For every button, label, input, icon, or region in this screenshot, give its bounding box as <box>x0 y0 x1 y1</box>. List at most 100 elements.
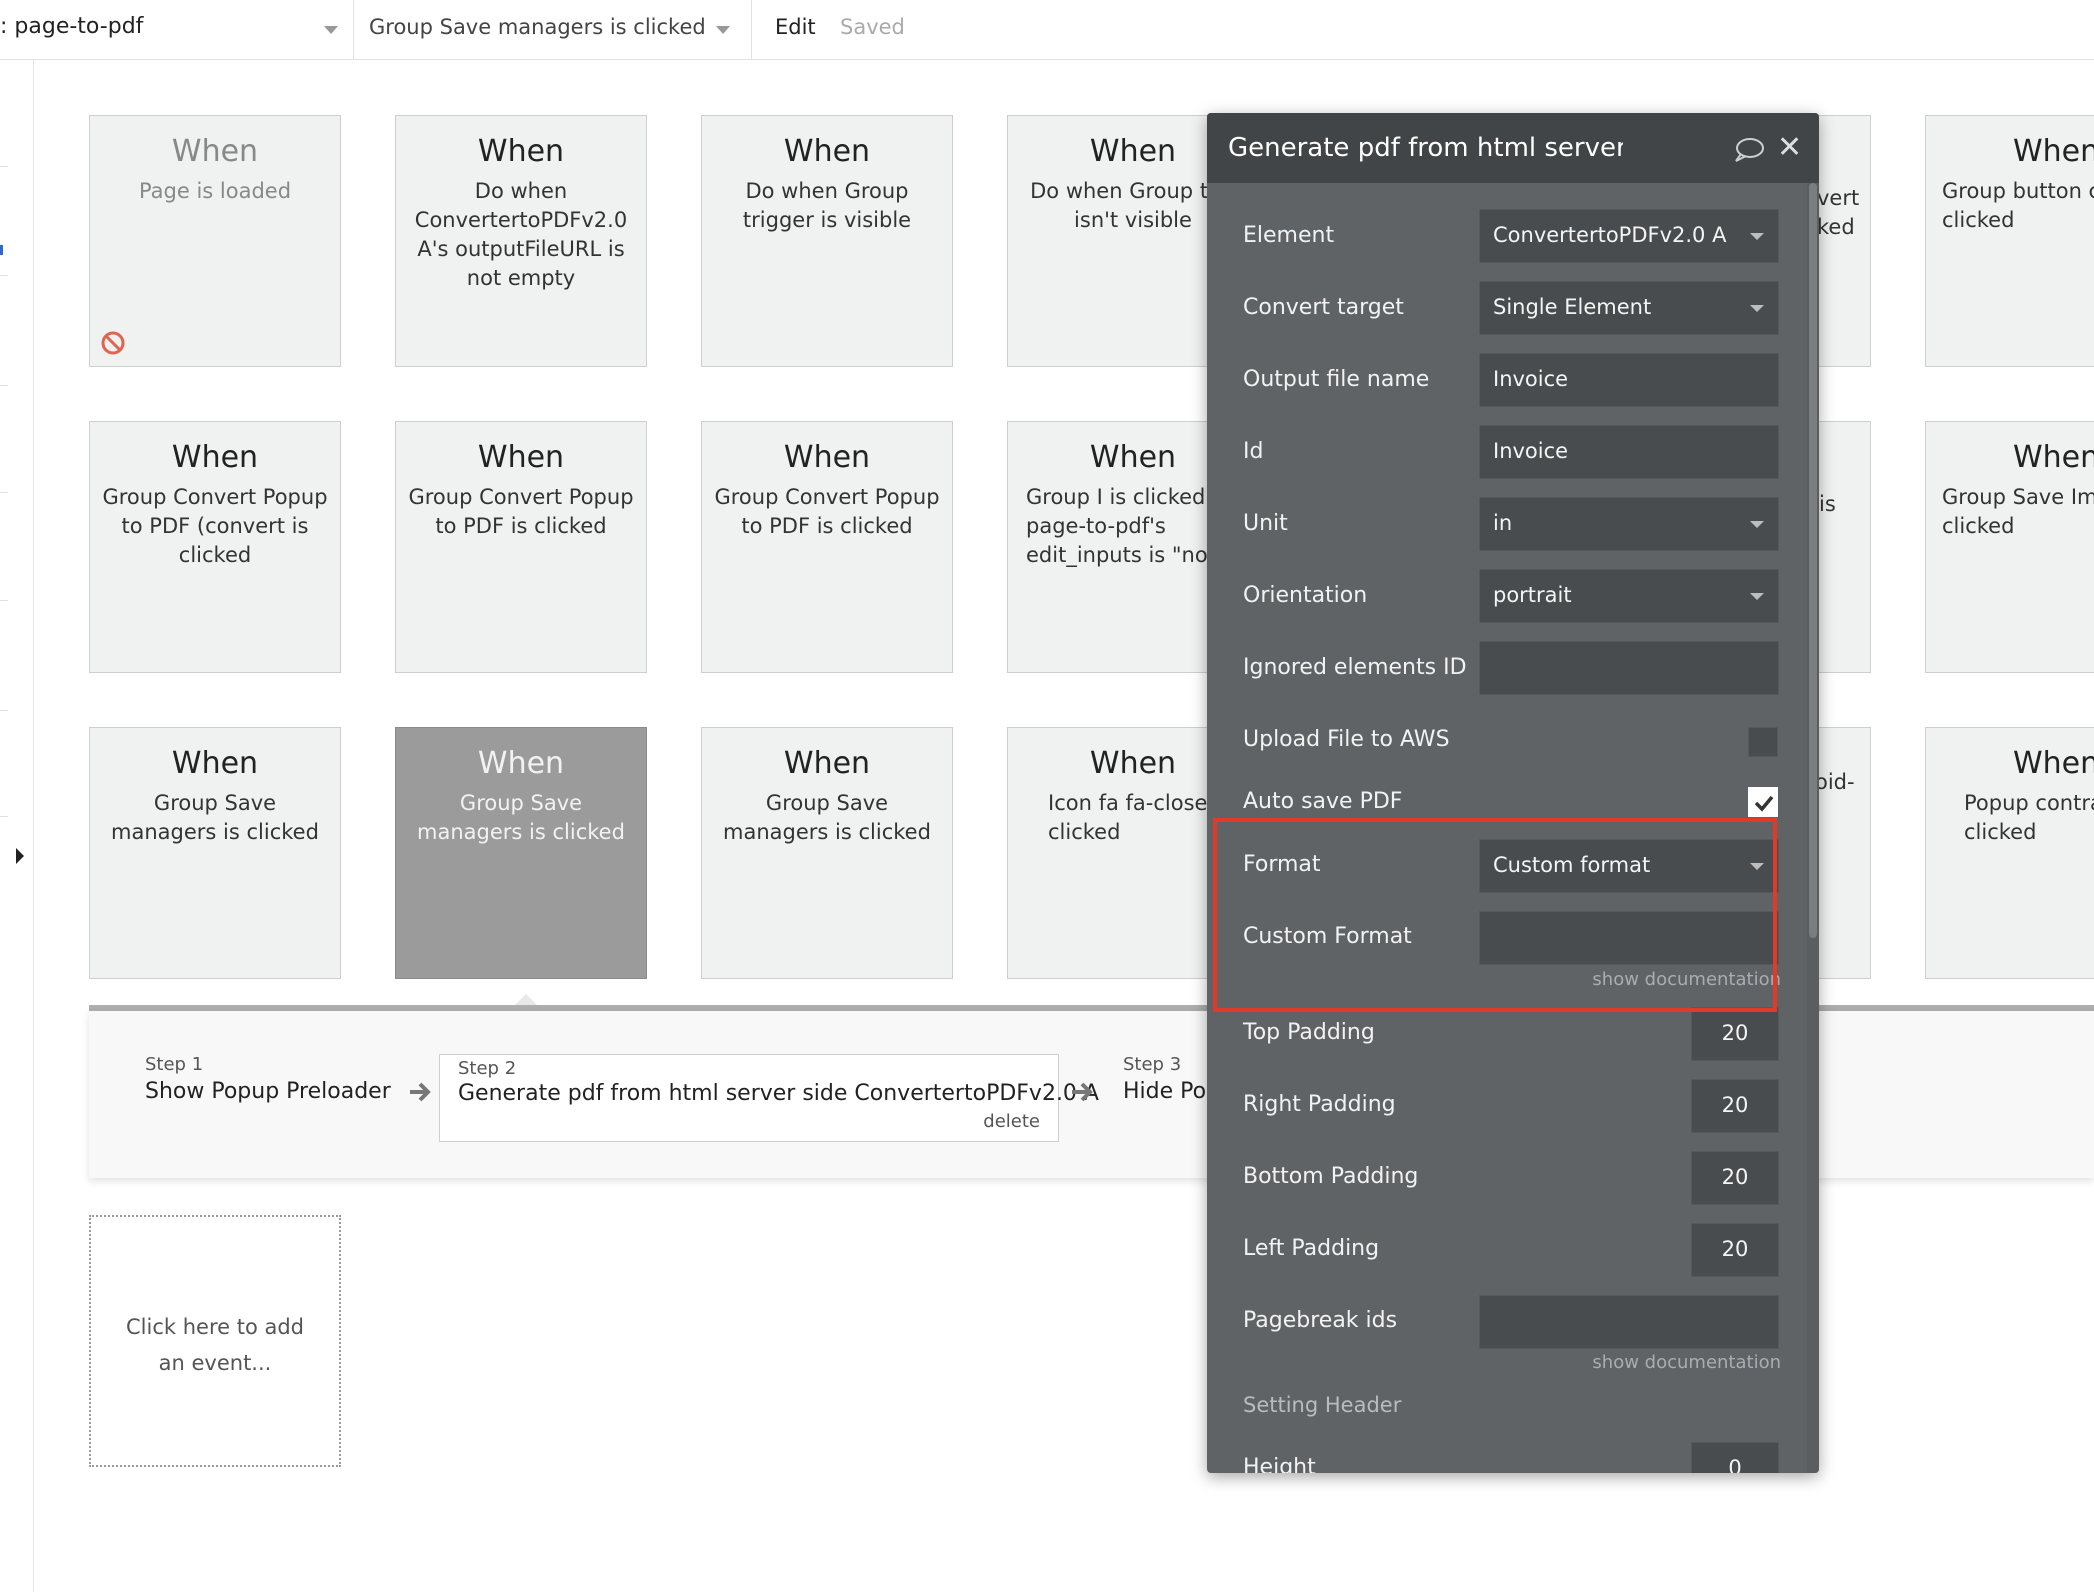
top-padding-input[interactable]: 20 <box>1691 1007 1779 1061</box>
upload-aws-checkbox[interactable] <box>1748 727 1778 757</box>
event-card[interactable]: When Group Save managers is clicked <box>89 727 341 979</box>
element-dropdown[interactable]: ConvertertoPDFv2.0 A <box>1479 209 1779 263</box>
height-input[interactable]: 0 <box>1691 1442 1779 1473</box>
output-file-name-value: Invoice <box>1493 367 1569 391</box>
event-card[interactable]: When Popup contra clicked <box>1925 727 2094 979</box>
event-when: When <box>2013 134 2094 169</box>
event-card[interactable]: When Group Save managers is clicked <box>701 727 953 979</box>
auto-save-label: Auto save PDF <box>1243 789 1403 814</box>
event-card[interactable]: When Group Convert Popup to PDF is click… <box>395 421 647 673</box>
panel-header[interactable]: Generate pdf from html server side Conve… <box>1207 113 1819 183</box>
convert-target-value: Single Element <box>1493 295 1652 319</box>
add-event-label: Click here to add an event... <box>126 1315 304 1375</box>
chevron-down-icon <box>1750 593 1764 600</box>
step-number: Step 2 <box>458 1058 517 1079</box>
pagebreak-ids-input[interactable] <box>1479 1295 1779 1349</box>
convert-target-dropdown[interactable]: Single Element <box>1479 281 1779 335</box>
event-card-selected[interactable]: When Group Save managers is clicked <box>395 727 647 979</box>
event-card[interactable]: When Do when ConvertertoPDFv2.0 A's outp… <box>395 115 647 367</box>
event-description: is <box>1819 492 1836 516</box>
height-value: 0 <box>1728 1456 1742 1473</box>
event-selector[interactable]: Group Save managers is clicked <box>354 0 752 60</box>
event-description: Group button c clicked <box>1942 179 2094 232</box>
edit-menu[interactable]: Edit <box>775 15 816 39</box>
auto-save-checkbox[interactable] <box>1748 787 1778 817</box>
event-when: When <box>171 440 259 475</box>
add-event-button[interactable]: Click here to add an event... <box>89 1215 341 1467</box>
id-input[interactable]: Invoice <box>1479 425 1779 479</box>
step-3[interactable]: Step 3 Hide Pop <box>1123 1054 1220 1104</box>
event-description: Group Save managers is clicked <box>723 791 931 844</box>
step-name: Show Popup Preloader <box>145 1079 391 1104</box>
event-description: oid- <box>1815 770 1855 794</box>
page-selector[interactable]: : page-to-pdf <box>0 0 354 60</box>
right-padding-input[interactable]: 20 <box>1691 1079 1779 1133</box>
event-description: Group Save managers is clicked <box>111 791 319 844</box>
step-number: Step 1 <box>145 1054 204 1075</box>
bottom-padding-value: 20 <box>1721 1165 1749 1189</box>
close-icon[interactable]: ✕ <box>1777 133 1802 163</box>
event-card[interactable]: When Group Convert Popup to PDF (convert… <box>89 421 341 673</box>
divider <box>0 492 8 493</box>
divider <box>0 710 8 711</box>
orientation-value: portrait <box>1493 583 1572 607</box>
chevron-down-icon <box>1750 233 1764 240</box>
event-when: When <box>2013 746 2094 781</box>
event-when: When <box>171 134 259 169</box>
delete-step-link[interactable]: delete <box>983 1111 1040 1132</box>
unit-dropdown[interactable]: in <box>1479 497 1779 551</box>
event-selector-label: Group Save managers is clicked <box>369 15 706 39</box>
event-card[interactable]: When Do when Group trigger is visible <box>701 115 953 367</box>
divider <box>0 600 8 601</box>
show-documentation-link[interactable]: show documentation <box>1592 1352 1781 1373</box>
event-description: Group Save Ima clicked <box>1942 485 2094 538</box>
height-label: Height <box>1243 1455 1316 1473</box>
ignored-elements-label: Ignored elements ID <box>1243 655 1467 680</box>
event-card[interactable]: When Page is loaded <box>89 115 341 367</box>
no-entry-icon <box>101 331 125 355</box>
event-description: vert ked <box>1817 186 1860 239</box>
event-card[interactable]: When Group Save Ima clicked <box>1925 421 2094 673</box>
output-file-name-label: Output file name <box>1243 367 1430 392</box>
event-description: Group Convert Popup to PDF (convert is c… <box>102 485 328 567</box>
scrollbar-thumb[interactable] <box>1809 183 1817 938</box>
left-padding-input[interactable]: 20 <box>1691 1223 1779 1277</box>
save-status: Saved <box>840 15 905 39</box>
chevron-down-icon <box>716 26 730 34</box>
comment-icon[interactable] <box>1733 136 1765 164</box>
event-card[interactable]: When Group button c clicked <box>1925 115 2094 367</box>
output-file-name-input[interactable]: Invoice <box>1479 353 1779 407</box>
orientation-dropdown[interactable]: portrait <box>1479 569 1779 623</box>
event-description: Page is loaded <box>138 179 292 203</box>
event-description: Do when ConvertertoPDFv2.0 A's outputFil… <box>414 179 628 290</box>
property-editor-panel: Generate pdf from html server side Conve… <box>1207 113 1819 1473</box>
highlight-box <box>1213 818 1777 1012</box>
id-label: Id <box>1243 439 1264 464</box>
divider <box>0 166 8 167</box>
step-number: Step 3 <box>1123 1054 1182 1075</box>
indicator <box>0 245 3 255</box>
page-selector-label: : page-to-pdf <box>0 14 144 39</box>
element-label: Element <box>1243 223 1335 248</box>
left-padding-label: Left Padding <box>1243 1236 1380 1261</box>
bottom-padding-input[interactable]: 20 <box>1691 1151 1779 1205</box>
divider <box>0 816 8 817</box>
step-name: Generate pdf from html server side Conve… <box>458 1081 1099 1106</box>
event-when: When <box>2013 440 2094 475</box>
ignored-elements-input[interactable] <box>1479 641 1779 695</box>
step-1[interactable]: Step 1 Show Popup Preloader <box>145 1054 391 1104</box>
event-when: When <box>477 440 565 475</box>
top-padding-label: Top Padding <box>1243 1020 1375 1045</box>
top-bar: : page-to-pdf Group Save managers is cli… <box>0 0 2094 60</box>
event-description: Do when Group trigger is visible <box>742 179 912 232</box>
element-value: ConvertertoPDFv2.0 A <box>1493 223 1727 247</box>
event-card[interactable]: When Group Convert Popup to PDF is click… <box>701 421 953 673</box>
expand-arrow-icon[interactable] <box>16 848 24 864</box>
workflow-editor: : page-to-pdf Group Save managers is cli… <box>0 0 2094 1592</box>
panel-scrollbar[interactable] <box>1807 183 1819 1473</box>
event-when: When <box>783 440 871 475</box>
orientation-label: Orientation <box>1243 583 1368 608</box>
step-2[interactable]: Step 2 Generate pdf from html server sid… <box>439 1054 1099 1142</box>
step-name: Hide Pop <box>1123 1079 1221 1104</box>
left-sidebar-strip <box>0 60 34 1592</box>
